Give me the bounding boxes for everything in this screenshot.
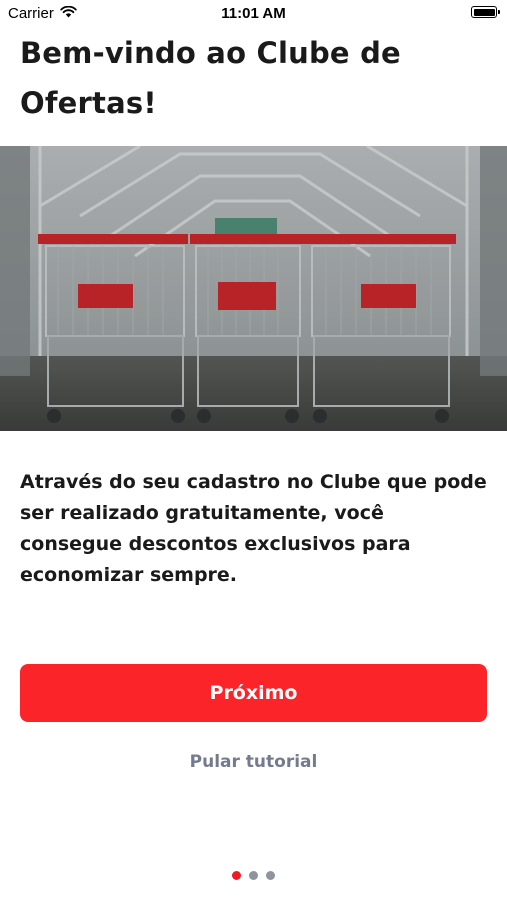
page-dot-active[interactable] bbox=[232, 871, 241, 880]
status-right bbox=[471, 6, 500, 18]
page-title: Bem-vindo ao Clube de Ofertas! bbox=[20, 36, 401, 120]
shopping-carts-photo bbox=[0, 146, 507, 431]
status-bar: Carrier 11:01 AM bbox=[0, 0, 507, 28]
page-dot[interactable] bbox=[266, 871, 275, 880]
page-dot[interactable] bbox=[249, 871, 258, 880]
onboarding-description: Através do seu cadastro no Clube que pod… bbox=[20, 471, 487, 586]
battery-icon bbox=[471, 6, 500, 18]
status-time: 11:01 AM bbox=[221, 5, 286, 22]
next-button[interactable]: Próximo bbox=[20, 664, 487, 722]
skip-tutorial-link[interactable]: Pular tutorial bbox=[0, 752, 507, 772]
page-indicator bbox=[0, 871, 507, 880]
